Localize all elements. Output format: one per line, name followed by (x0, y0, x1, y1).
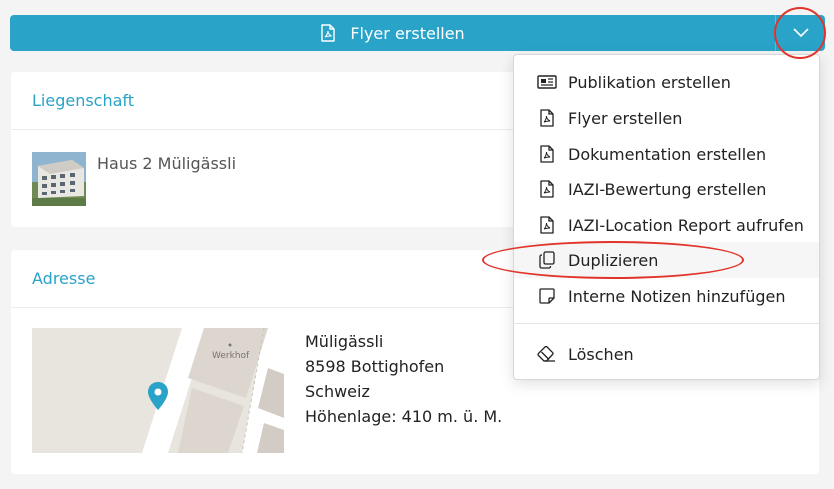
pdf-icon (536, 143, 558, 165)
dropdown-toggle-button[interactable] (775, 15, 825, 51)
menu-item-label: Dokumentation erstellen (568, 144, 767, 164)
pdf-icon (321, 24, 336, 42)
menu-item-flyer[interactable]: Flyer erstellen (514, 100, 819, 136)
menu-item-dokumentation[interactable]: Dokumentation erstellen (514, 136, 819, 172)
property-thumbnail[interactable] (32, 152, 86, 206)
create-flyer-button[interactable]: Flyer erstellen (10, 15, 775, 51)
menu-item-label: IAZI-Location Report aufrufen (568, 215, 804, 235)
address-street: Müligässli (305, 332, 384, 351)
menu-item-label: Interne Notizen hinzufügen (568, 286, 786, 306)
menu-item-interne-notizen[interactable]: Interne Notizen hinzufügen (514, 278, 819, 314)
menu-item-iazi-bewertung[interactable]: IAZI-Bewertung erstellen (514, 171, 819, 207)
property-name[interactable]: Haus 2 Müligässli (97, 154, 236, 173)
chevron-down-icon (792, 28, 809, 38)
address-block: Müligässli 8598 Bottighofen Schweiz Höhe… (305, 329, 502, 429)
menu-item-publikation[interactable]: Publikation erstellen (514, 64, 819, 100)
pdf-icon (536, 214, 558, 236)
copy-icon (536, 249, 558, 271)
address-city: 8598 Bottighofen (305, 357, 445, 376)
menu-item-iazi-location-report[interactable]: IAZI-Location Report aufrufen (514, 207, 819, 243)
menu-item-label: Publikation erstellen (568, 72, 731, 92)
address-elevation: Höhenlage: 410 m. ü. M. (305, 407, 503, 426)
menu-divider (514, 323, 819, 324)
create-flyer-label: Flyer erstellen (350, 23, 465, 43)
note-icon (536, 285, 558, 307)
pdf-icon (536, 107, 558, 129)
menu-item-label: Löschen (568, 344, 634, 364)
action-split-button: Flyer erstellen (10, 15, 825, 51)
menu-item-label: IAZI-Bewertung erstellen (568, 179, 767, 199)
location-map[interactable]: Werkhof (32, 328, 284, 453)
address-country: Schweiz (305, 382, 370, 401)
menu-item-duplizieren[interactable]: Duplizieren (514, 242, 819, 278)
map-place-label: Werkhof (212, 351, 250, 361)
pdf-icon (536, 178, 558, 200)
eraser-icon (536, 343, 558, 365)
menu-item-label: Flyer erstellen (568, 108, 683, 128)
menu-item-label: Duplizieren (568, 250, 659, 270)
newspaper-icon (536, 71, 558, 93)
actions-dropdown-menu: Publikation erstellen Flyer erstellen Do… (513, 54, 820, 380)
menu-item-loeschen[interactable]: Löschen (514, 336, 819, 372)
